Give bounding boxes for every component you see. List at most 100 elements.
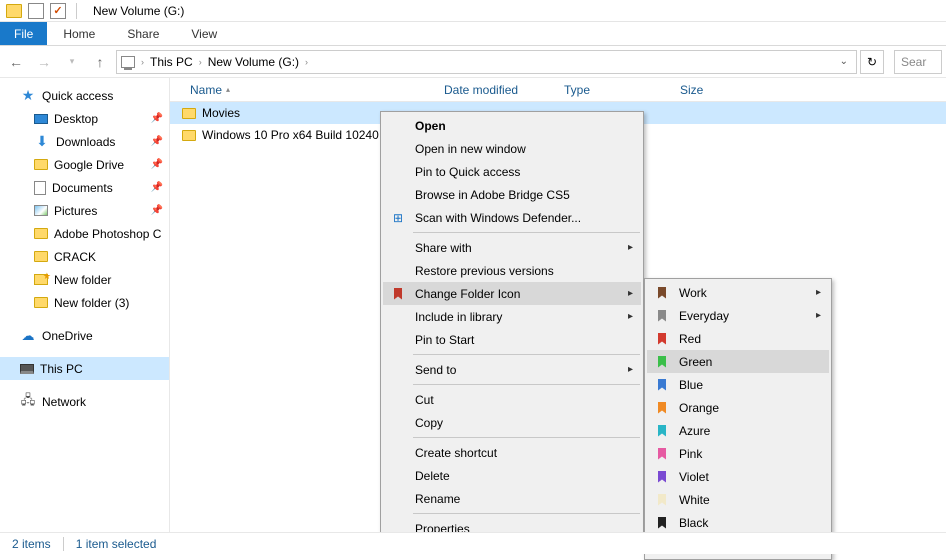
back-button[interactable]: ← — [4, 50, 28, 74]
folder-icon — [34, 228, 48, 239]
submenu-item-azure[interactable]: Azure — [647, 419, 829, 442]
bookmark-icon — [653, 353, 671, 371]
menu-share-with[interactable]: Share with▸ — [383, 236, 641, 259]
file-name: Movies — [202, 106, 240, 120]
sidebar-quick-access[interactable]: ★ Quick access — [0, 84, 169, 107]
chevron-right-icon[interactable]: › — [139, 57, 146, 67]
folder-icon — [34, 159, 48, 170]
menu-send-to[interactable]: Send to▸ — [383, 358, 641, 381]
breadcrumb-this-pc[interactable]: This PC — [150, 55, 193, 69]
chevron-right-icon: ▸ — [628, 311, 633, 322]
submenu-item-orange[interactable]: Orange — [647, 396, 829, 419]
refresh-button[interactable]: ↻ — [860, 50, 884, 74]
menu-open[interactable]: Open — [383, 114, 641, 137]
address-bar[interactable]: › This PC › New Volume (G:) › ⌄ — [116, 50, 857, 74]
sidebar-item-downloads[interactable]: ⬇Downloads📌 — [0, 130, 169, 153]
search-input[interactable]: Sear — [894, 50, 942, 74]
menu-pin-start[interactable]: Pin to Start — [383, 328, 641, 351]
menu-separator — [413, 513, 640, 514]
sidebar-item-label: OneDrive — [42, 329, 93, 343]
sidebar-this-pc[interactable]: This PC — [0, 357, 169, 380]
sidebar-item-new-folder[interactable]: New folder — [0, 268, 169, 291]
column-name[interactable]: Name▴ — [182, 83, 436, 97]
menu-browse-bridge[interactable]: Browse in Adobe Bridge CS5 — [383, 183, 641, 206]
submenu-item-violet[interactable]: Violet — [647, 465, 829, 488]
pin-icon: 📌 — [151, 182, 163, 193]
file-tab[interactable]: File — [0, 22, 47, 45]
folder-icon — [6, 4, 22, 18]
folder-icon — [182, 108, 196, 119]
sidebar-item-google-drive[interactable]: Google Drive📌 — [0, 153, 169, 176]
menu-copy[interactable]: Copy — [383, 411, 641, 434]
tab-share[interactable]: Share — [111, 22, 175, 45]
submenu-item-green[interactable]: Green — [647, 350, 829, 373]
sidebar-item-label: Desktop — [54, 112, 98, 126]
navigation-bar: ← → ▾ ↑ › This PC › New Volume (G:) › ⌄ … — [0, 46, 946, 78]
menu-cut[interactable]: Cut — [383, 388, 641, 411]
submenu-label: Blue — [679, 378, 703, 392]
recent-dropdown[interactable]: ▾ — [60, 50, 84, 74]
tab-home[interactable]: Home — [47, 22, 111, 45]
menu-separator — [413, 437, 640, 438]
sidebar-item-documents[interactable]: Documents📌 — [0, 176, 169, 199]
sidebar-onedrive[interactable]: ☁OneDrive — [0, 324, 169, 347]
bookmark-icon — [653, 284, 671, 302]
submenu-change-folder-icon: Work▸Everyday▸RedGreenBlueOrangeAzurePin… — [644, 278, 832, 560]
picture-icon — [34, 205, 48, 216]
menu-create-shortcut[interactable]: Create shortcut — [383, 441, 641, 464]
address-dropdown[interactable]: ⌄ — [836, 56, 852, 67]
sidebar-item-label: Pictures — [54, 204, 97, 218]
column-size[interactable]: Size — [672, 83, 752, 97]
menu-change-folder-icon[interactable]: Change Folder Icon▸ — [383, 282, 641, 305]
column-type[interactable]: Type — [556, 83, 672, 97]
menu-windows-defender[interactable]: ⊞Scan with Windows Defender... — [383, 206, 641, 229]
submenu-label: Red — [679, 332, 701, 346]
menu-include-library[interactable]: Include in library▸ — [383, 305, 641, 328]
bookmark-icon — [653, 468, 671, 486]
chevron-right-icon[interactable]: › — [197, 57, 204, 67]
sidebar-item-crack[interactable]: CRACK — [0, 245, 169, 268]
submenu-label: Work — [679, 286, 707, 300]
menu-delete[interactable]: Delete — [383, 464, 641, 487]
chevron-right-icon[interactable]: › — [303, 57, 310, 67]
folder-icon — [182, 130, 196, 141]
qat-button-1[interactable] — [28, 3, 44, 19]
submenu-item-white[interactable]: White — [647, 488, 829, 511]
chevron-right-icon: ▸ — [816, 310, 821, 321]
window-title: New Volume (G:) — [87, 4, 184, 18]
column-date[interactable]: Date modified — [436, 83, 556, 97]
menu-rename[interactable]: Rename — [383, 487, 641, 510]
sidebar-item-photoshop[interactable]: Adobe Photoshop C — [0, 222, 169, 245]
menu-open-new-window[interactable]: Open in new window — [383, 137, 641, 160]
submenu-item-work[interactable]: Work ▸ — [647, 281, 829, 304]
menu-separator — [413, 232, 640, 233]
sidebar-item-desktop[interactable]: Desktop📌 — [0, 107, 169, 130]
submenu-item-pink[interactable]: Pink — [647, 442, 829, 465]
sidebar-item-new-folder-3[interactable]: New folder (3) — [0, 291, 169, 314]
sidebar-item-label: Network — [42, 395, 86, 409]
menu-pin-quick-access[interactable]: Pin to Quick access — [383, 160, 641, 183]
up-button[interactable]: ↑ — [88, 50, 112, 74]
chevron-right-icon: ▸ — [816, 287, 821, 298]
star-icon: ★ — [20, 88, 36, 104]
sidebar-network[interactable]: 🖧 Network — [0, 390, 169, 413]
forward-button[interactable]: → — [32, 50, 56, 74]
desktop-icon — [34, 114, 48, 124]
sidebar-item-label: Adobe Photoshop C — [54, 227, 161, 241]
submenu-label: Violet — [679, 470, 709, 484]
bookmark-icon — [653, 514, 671, 532]
qat-button-check[interactable]: ✓ — [50, 3, 66, 19]
bookmark-icon — [653, 422, 671, 440]
sidebar-item-pictures[interactable]: Pictures📌 — [0, 199, 169, 222]
submenu-label: Azure — [679, 424, 710, 438]
breadcrumb-volume[interactable]: New Volume (G:) — [208, 55, 299, 69]
submenu-item-blue[interactable]: Blue — [647, 373, 829, 396]
submenu-item-everyday[interactable]: Everyday▸ — [647, 304, 829, 327]
chevron-right-icon: ▸ — [628, 242, 633, 253]
tab-view[interactable]: View — [175, 22, 233, 45]
network-icon: 🖧 — [20, 394, 36, 410]
menu-restore-versions[interactable]: Restore previous versions — [383, 259, 641, 282]
submenu-item-black[interactable]: Black — [647, 511, 829, 534]
divider — [63, 537, 64, 551]
submenu-item-red[interactable]: Red — [647, 327, 829, 350]
